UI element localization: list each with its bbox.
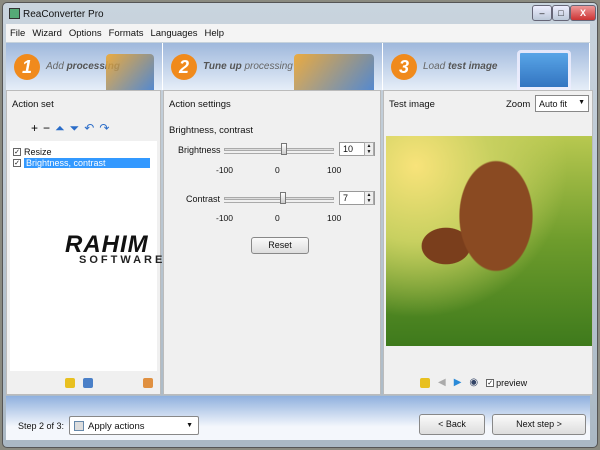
maximize-button[interactable]: □ [552, 5, 570, 21]
brightness-spinner[interactable]: ▲ ▼ [364, 142, 374, 156]
palette-illustration [294, 54, 374, 90]
settings-title: Action settings [169, 99, 231, 110]
chevron-down-icon: ▼ [186, 422, 193, 429]
tick-label: -100 [216, 165, 234, 175]
list-item[interactable]: ✓ Resize [13, 147, 52, 157]
save-actions-icon[interactable] [83, 378, 93, 388]
contrast-slider[interactable] [224, 192, 334, 204]
zoom-value: Auto fit [539, 99, 568, 109]
brightness-slider[interactable] [224, 143, 334, 155]
item-label: Resize [24, 147, 52, 157]
undo-icon[interactable]: ↶ [84, 121, 94, 136]
preview-checkbox[interactable]: ✓ [486, 378, 495, 387]
wizard-steps: 1 Add processing 2 Tune up processing 3 … [6, 43, 590, 90]
load-actions-icon[interactable] [65, 378, 75, 388]
step-text: processing [241, 61, 293, 72]
list-item[interactable]: ✓ Brightness, contrast [13, 158, 150, 168]
window-title: ReaConverter Pro [23, 9, 104, 20]
apply-actions-icon [74, 421, 84, 431]
action-settings-panel: Action settings Brightness, contrast Bri… [163, 90, 381, 395]
item-label: Brightness, contrast [24, 158, 150, 168]
menu-options[interactable]: Options [69, 28, 102, 39]
test-image-horse [386, 136, 592, 346]
move-up-icon[interactable]: ⏶ [55, 121, 65, 136]
preview-label: preview [496, 377, 528, 388]
next-step-button[interactable]: Next step > [492, 414, 586, 435]
app-icon [9, 8, 20, 19]
tick-label: -100 [216, 213, 234, 223]
remove-icon[interactable]: − [43, 121, 50, 136]
tick-label: 100 [327, 165, 342, 175]
contrast-spinner[interactable]: ▲ ▼ [364, 191, 374, 205]
step-label: Step 2 of 3: [18, 421, 65, 431]
step-2[interactable]: 2 Tune up processing [163, 43, 383, 90]
watermark-logo-sub: SOFTWARE [79, 254, 166, 266]
step-number: 3 [391, 53, 417, 80]
menu-languages[interactable]: Languages [150, 28, 197, 39]
tick-label: 0 [275, 165, 280, 175]
step-text: Load [423, 61, 449, 72]
step-text: Add [46, 61, 67, 72]
back-button[interactable]: < Back [419, 414, 485, 435]
brush-illustration [106, 54, 154, 90]
redo-icon[interactable]: ↷ [99, 121, 109, 136]
checkbox[interactable]: ✓ [13, 159, 21, 167]
action-set-title: Action set [12, 99, 54, 110]
reset-button[interactable]: Reset [251, 237, 309, 254]
menu-wizard[interactable]: Wizard [32, 28, 62, 39]
minimize-button[interactable]: – [532, 5, 552, 21]
menu-help[interactable]: Help [205, 28, 225, 39]
group-title: Brightness, contrast [169, 125, 253, 136]
add-icon[interactable]: + [31, 121, 38, 136]
previous-arrow-icon[interactable]: ◀ [438, 377, 446, 388]
tick-label: 100 [327, 213, 342, 223]
menu-formats[interactable]: Formats [109, 28, 144, 39]
action-dropdown[interactable]: Apply actions ▼ [69, 416, 199, 435]
step-text-bold: test image [448, 61, 498, 72]
step-text-bold: Tune up [203, 61, 242, 72]
monitor-illustration [517, 50, 571, 90]
zoom-label: Zoom [506, 99, 531, 110]
step-1[interactable]: 1 Add processing [6, 43, 163, 90]
close-button[interactable]: X [570, 5, 596, 21]
brightness-label: Brightness [178, 145, 221, 155]
step-number: 2 [171, 53, 197, 80]
step-3[interactable]: 3 Load test image [383, 43, 590, 90]
view-icon[interactable]: ◉ [469, 377, 478, 388]
zoom-select[interactable]: Auto fit ▼ [535, 95, 589, 112]
next-arrow-icon[interactable]: ▶ [454, 377, 462, 388]
test-image-title: Test image [389, 99, 435, 110]
settings-icon[interactable] [143, 378, 153, 388]
menu-bar: File Wizard Options Formats Languages He… [6, 24, 590, 42]
tick-label: 0 [275, 213, 280, 223]
dropdown-value: Apply actions [88, 421, 145, 432]
step-number: 1 [14, 53, 40, 80]
action-toolbar: + − ⏶ ⏷ ↶ ↷ [31, 121, 109, 136]
move-down-icon[interactable]: ⏷ [70, 121, 80, 136]
open-image-icon[interactable] [420, 377, 430, 388]
menu-file[interactable]: File [10, 28, 25, 39]
checkbox[interactable]: ✓ [13, 148, 21, 156]
action-set-panel: Action set + − ⏶ ⏷ ↶ ↷ ✓ Resize ✓ Brightness,… [6, 90, 162, 395]
contrast-label: Contrast [186, 194, 221, 204]
footer-bar: Step 2 of 3: Apply actions ▼ < Back Next … [6, 396, 590, 440]
